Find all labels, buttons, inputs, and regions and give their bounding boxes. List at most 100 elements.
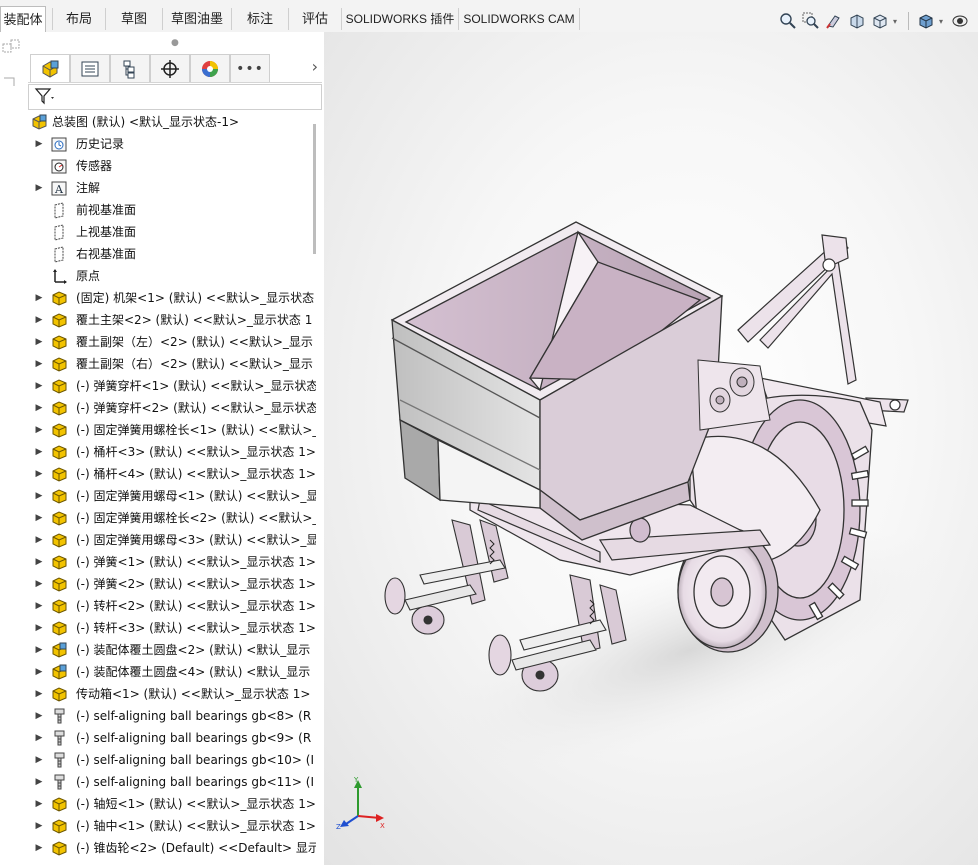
expand-chevron-icon[interactable]: ▶ — [34, 815, 44, 837]
tree-item[interactable]: ▶ (-) self-aligning ball bearings gb<8> (… — [26, 705, 316, 727]
tree-item[interactable]: ▶ (固定) 机架<1> (默认) <<默认>_显示状态 — [26, 287, 316, 309]
tab-sketch-ink[interactable]: 草图油墨 — [162, 8, 231, 30]
expand-chevron-icon[interactable]: ▶ — [34, 353, 44, 375]
expand-chevron-icon[interactable]: ▶ — [34, 771, 44, 793]
hide-show-icon[interactable] — [950, 11, 970, 31]
tree-item[interactable]: ▶ 覆土副架（右）<2> (默认) <<默认>_显示 — [26, 353, 316, 375]
expand-chevron-icon[interactable]: ▶ — [34, 683, 44, 705]
expand-chevron-icon[interactable]: ▶ — [34, 441, 44, 463]
tree-root-assembly[interactable]: 总装图 (默认) <默认_显示状态-1> — [26, 111, 316, 133]
command-manager-tabs: 装配体 布局 草图 草图油墨 标注 评估 SOLIDWORKS 插件 SOLID… — [0, 0, 978, 33]
expand-chevron-icon[interactable]: ▶ — [34, 837, 44, 859]
tree-item-label: (-) 装配体覆土圆盘<2> (默认) <默认_显示 — [76, 643, 311, 657]
tree-item[interactable]: ▶ (-) 固定弹簧用螺母<1> (默认) <<默认>_显 — [26, 485, 316, 507]
display-style-icon[interactable] — [916, 11, 936, 31]
plane-icon — [51, 202, 68, 219]
tree-item[interactable]: ▶ (-) 弹簧穿杆<1> (默认) <<默认>_显示状态 — [26, 375, 316, 397]
panel-grip[interactable]: ● — [171, 38, 179, 48]
tab-assembly[interactable]: 装配体 — [0, 6, 46, 33]
tab-solidworks-addins[interactable]: SOLIDWORKS 插件 — [341, 8, 458, 30]
displaymanager-icon[interactable] — [190, 54, 230, 82]
tree-item[interactable]: ▶ (-) 桶杆<4> (默认) <<默认>_显示状态 1> — [26, 463, 316, 485]
configurationmanager-icon[interactable] — [110, 54, 150, 82]
tree-item[interactable]: ▶ (-) self-aligning ball bearings gb<11> … — [26, 771, 316, 793]
tree-item[interactable]: ▶ (-) 轴中<1> (默认) <<默认>_显示状态 1> — [26, 815, 316, 837]
previous-view-icon[interactable] — [824, 11, 844, 31]
chevron-right-icon[interactable]: › — [312, 57, 318, 76]
expand-chevron-icon[interactable]: ▶ — [34, 661, 44, 683]
tree-filter[interactable] — [28, 84, 322, 110]
transmission-gearbox[interactable] — [697, 359, 771, 431]
tree-item[interactable]: ▶ (-) 锥齿轮<2> (Default) <<Default> 显示 — [26, 837, 316, 859]
section-view-icon[interactable] — [847, 11, 867, 31]
tree-item[interactable]: ▶ (-) 固定弹簧用螺栓长<1> (默认) <<默认>_ — [26, 419, 316, 441]
tree-item[interactable]: ▶ (-) 桶杆<3> (默认) <<默认>_显示状态 1> — [26, 441, 316, 463]
expand-chevron-icon[interactable]: ▶ — [34, 595, 44, 617]
seed-hopper[interactable] — [390, 221, 724, 541]
tree-item[interactable]: ▶ A 注解 — [26, 177, 316, 199]
expand-chevron-icon[interactable]: ▶ — [34, 573, 44, 595]
tree-scrollbar[interactable] — [313, 124, 316, 254]
tree-item[interactable]: ▶ (-) 弹簧<2> (默认) <<默认>_显示状态 1> — [26, 573, 316, 595]
view-orientation-dropdown-icon[interactable]: ▾ — [893, 17, 901, 26]
display-style-dropdown-icon[interactable]: ▾ — [939, 17, 947, 26]
tree-item[interactable]: 原点 — [26, 265, 316, 287]
tree-item[interactable]: ▶ (-) 转杆<3> (默认) <<默认>_显示状态 1> — [26, 617, 316, 639]
expand-chevron-icon[interactable]: ▶ — [34, 749, 44, 771]
dimxpertmanager-icon[interactable] — [150, 54, 190, 82]
tab-solidworks-cam[interactable]: SOLIDWORKS CAM — [458, 8, 580, 30]
tree-item[interactable]: ▶ 覆土主架<2> (默认) <<默认>_显示状态 1 — [26, 309, 316, 331]
tree-item[interactable]: ▶ 历史记录 — [26, 133, 316, 155]
expand-chevron-icon[interactable]: ▶ — [34, 727, 44, 749]
zoom-to-fit-icon[interactable] — [778, 11, 798, 31]
tree-item[interactable]: ▶ (-) self-aligning ball bearings gb<9> (… — [26, 727, 316, 749]
expand-chevron-icon[interactable]: ▶ — [34, 331, 44, 353]
tree-item[interactable]: ▶ (-) 装配体覆土圆盘<2> (默认) <默认_显示 — [26, 639, 316, 661]
expand-chevron-icon[interactable]: ▶ — [34, 507, 44, 529]
tree-item[interactable]: ▶ 覆土副架（左）<2> (默认) <<默认>_显示 — [26, 331, 316, 353]
tree-item[interactable]: 上视基准面 — [26, 221, 316, 243]
expand-chevron-icon[interactable]: ▶ — [34, 617, 44, 639]
zoom-to-area-icon[interactable] — [801, 11, 821, 31]
coverage-disc-left[interactable] — [384, 519, 509, 635]
propertymanager-icon[interactable] — [70, 54, 110, 82]
tree-item[interactable]: ▶ (-) 弹簧穿杆<2> (默认) <<默认>_显示状态 — [26, 397, 316, 419]
tab-evaluate[interactable]: 评估 — [288, 8, 341, 30]
expand-chevron-icon[interactable]: ▶ — [34, 705, 44, 727]
expand-chevron-icon[interactable]: ▶ — [34, 133, 44, 155]
subassembly-icon — [51, 642, 68, 659]
tree-item[interactable]: ▶ (-) 轴短<1> (默认) <<默认>_显示状态 1> — [26, 793, 316, 815]
expand-chevron-icon[interactable]: ▶ — [34, 397, 44, 419]
tree-item[interactable]: 传感器 — [26, 155, 316, 177]
expand-chevron-icon[interactable]: ▶ — [34, 463, 44, 485]
tab-layout[interactable]: 布局 — [52, 8, 105, 30]
tree-item[interactable]: ▶ (-) 弹簧<1> (默认) <<默认>_显示状态 1> — [26, 551, 316, 573]
graphics-area[interactable]: Y X Z — [324, 32, 978, 865]
expand-chevron-icon[interactable]: ▶ — [34, 419, 44, 441]
expand-chevron-icon[interactable]: ▶ — [34, 309, 44, 331]
tree-item[interactable]: ▶ (-) 转杆<2> (默认) <<默认>_显示状态 1> — [26, 595, 316, 617]
tree-item[interactable]: ▶ (-) 固定弹簧用螺栓长<2> (默认) <<默认>_ — [26, 507, 316, 529]
tree-item[interactable]: ▶ (-) 装配体覆土圆盘<4> (默认) <默认_显示 — [26, 661, 316, 683]
expand-chevron-icon[interactable]: ▶ — [34, 639, 44, 661]
tree-item[interactable]: ▶ 传动箱<1> (默认) <<默认>_显示状态 1> — [26, 683, 316, 705]
view-orientation-icon[interactable] — [870, 11, 890, 31]
tree-item[interactable]: ▶ (-) 固定弹簧用螺母<3> (默认) <<默认>_显 — [26, 529, 316, 551]
expand-chevron-icon[interactable]: ▶ — [34, 485, 44, 507]
expand-chevron-icon[interactable]: ▶ — [34, 551, 44, 573]
tree-item[interactable]: ▶ (-) self-aligning ball bearings gb<10> … — [26, 749, 316, 771]
planter-assembly-model[interactable] — [324, 32, 978, 865]
expand-chevron-icon[interactable]: ▶ — [34, 793, 44, 815]
filter-icon[interactable] — [34, 87, 56, 105]
tree-item[interactable]: 前视基准面 — [26, 199, 316, 221]
tree-item[interactable]: 右视基准面 — [26, 243, 316, 265]
expand-chevron-icon[interactable]: ▶ — [34, 529, 44, 551]
featuremanager-tree-icon[interactable] — [30, 54, 70, 82]
expand-chevron-icon[interactable]: ▶ — [34, 375, 44, 397]
tab-sketch[interactable]: 草图 — [105, 8, 162, 30]
part-icon — [51, 400, 68, 417]
expand-chevron-icon[interactable]: ▶ — [34, 177, 44, 199]
expand-chevron-icon[interactable]: ▶ — [34, 287, 44, 309]
tab-markup[interactable]: 标注 — [231, 8, 288, 30]
more-icon[interactable]: ••• — [230, 54, 270, 82]
